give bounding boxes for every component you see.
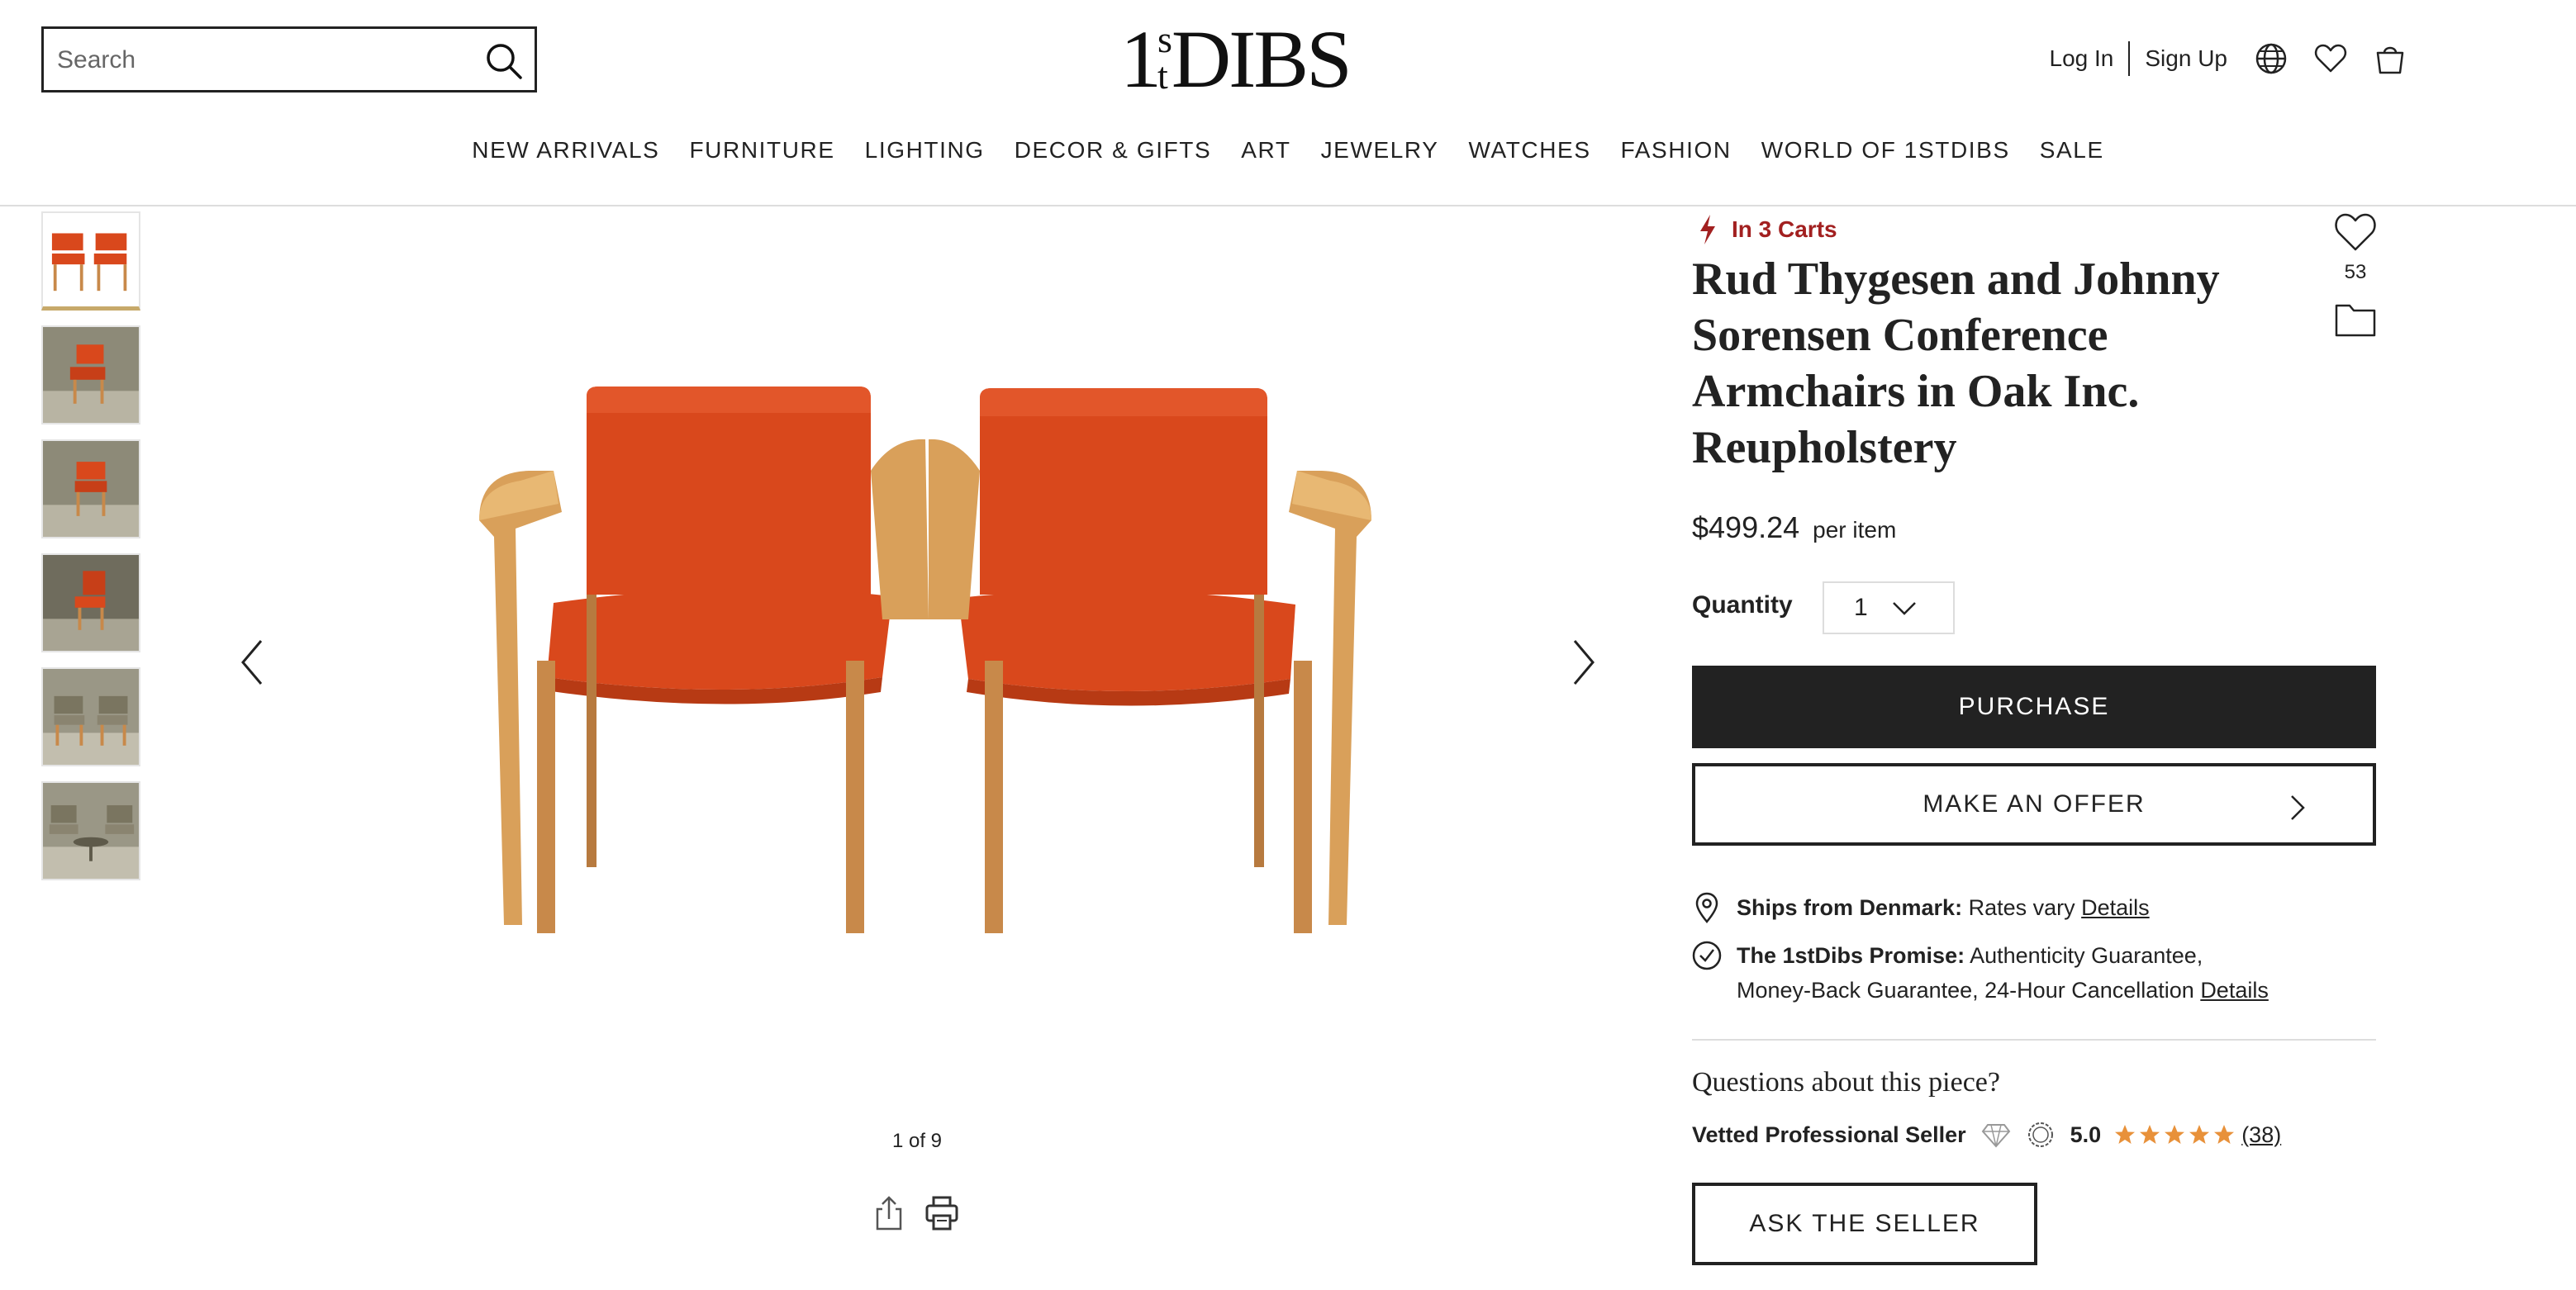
search-box[interactable] [41,26,537,92]
ships-from-label: Ships from Denmark: [1737,895,1963,920]
thumbnail-6[interactable] [41,781,140,880]
favorite-heart-icon[interactable] [2333,211,2378,253]
vetted-seller-label: Vetted Professional Seller [1692,1122,1966,1147]
promise-info: The 1stDibs Promise: Authenticity Guaran… [1692,938,2269,1008]
heart-icon[interactable] [2313,41,2348,76]
auth-divider [2128,41,2131,76]
image-counter: 1 of 9 [891,1130,943,1152]
seller-rating: 5.0 [2070,1122,2102,1147]
star-icon [2165,1125,2185,1144]
thumbnail-1[interactable] [41,211,140,311]
make-offer-button[interactable]: MAKE AN OFFER [1692,763,2376,846]
star-icon [2189,1125,2210,1144]
nav-world-of-1stdibs[interactable]: WORLD OF 1STDIBS [1761,137,2010,164]
next-image-arrow[interactable] [1566,636,1599,689]
quantity-value: 1 [1854,594,1868,621]
purchase-button[interactable]: PURCHASE [1692,666,2376,748]
price-value: $499.24 [1692,510,1800,544]
search-input[interactable] [57,39,470,82]
logo-dibs: DIBS [1171,13,1352,105]
quantity-select[interactable]: 1 [1823,581,1955,634]
logo-t: t [1157,55,1168,97]
nav-decor-gifts[interactable]: DECOR & GIFTS [1015,137,1212,164]
nav-art[interactable]: ART [1241,137,1290,164]
signup-link[interactable]: Sign Up [2145,45,2227,72]
quantity-label: Quantity [1692,591,1793,619]
share-icon[interactable] [871,1194,907,1232]
nav-lighting[interactable]: LIGHTING [865,137,985,164]
laurel-badge-icon [2027,1122,2053,1147]
diamond-icon [1981,1124,2010,1148]
folder-icon[interactable] [2333,301,2378,339]
reviews-count-link[interactable]: (38) [2241,1122,2281,1148]
cart-icon[interactable] [2373,41,2407,76]
nav-jewelry[interactable]: JEWELRY [1321,137,1439,164]
section-divider [1692,1039,2376,1041]
thumbnail-3[interactable] [41,439,140,538]
nav-watches[interactable]: WATCHES [1469,137,1591,164]
shipping-details-link[interactable]: Details [2081,895,2150,920]
make-offer-label: MAKE AN OFFER [1922,790,2146,818]
site-logo[interactable]: 1 s t DIBS [1120,13,1352,105]
main-nav: NEW ARRIVALS FURNITURE LIGHTING DECOR & … [0,137,2576,164]
logo-st: s t [1157,18,1172,97]
chevron-right-icon [2291,795,2305,820]
print-icon[interactable] [924,1194,960,1232]
star-icon [2115,1125,2136,1144]
product-title: Rud Thygesen and Johnny Sorensen Confere… [1692,254,2220,473]
logo-one: 1 [1120,13,1162,105]
price-unit: per item [1813,517,1897,543]
login-link[interactable]: Log In [2050,45,2114,72]
promise-details-link[interactable]: Details [2200,978,2269,1003]
globe-icon[interactable] [2254,41,2288,76]
promise-text-1: Authenticity Guarantee, [1970,943,2203,968]
in-carts-text: In 3 Carts [1732,216,1837,242]
thumbnail-4[interactable] [41,553,140,652]
thumbnail-5[interactable] [41,667,140,766]
star-icon [2214,1125,2235,1144]
thumbnail-2[interactable] [41,325,140,424]
seller-info: Vetted Professional Seller 5.0 (38) [1692,1120,2281,1150]
product-image[interactable] [430,347,1421,975]
prev-image-arrow[interactable] [236,636,269,689]
promise-label: The 1stDibs Promise: [1737,943,1965,968]
promise-text-2: Money-Back Guarantee, 24-Hour Cancellati… [1737,978,2194,1003]
logo-s: s [1157,18,1172,60]
header-divider [0,205,2576,206]
check-circle-icon [1692,941,1722,970]
shipping-info: Ships from Denmark: Rates vary Details [1692,890,2150,925]
nav-new-arrivals[interactable]: NEW ARRIVALS [472,137,659,164]
chevron-down-icon [1893,602,1916,615]
ships-rates: Rates vary [1968,895,2075,920]
nav-fashion[interactable]: FASHION [1621,137,1732,164]
star-rating [2114,1124,2238,1145]
location-pin-icon [1695,892,1718,923]
product-price: $499.24 per item [1692,510,1896,545]
favorite-count: 53 [2344,261,2367,283]
star-icon [2140,1125,2160,1144]
ask-seller-button[interactable]: ASK THE SELLER [1692,1183,2037,1265]
right-chair [929,388,1371,933]
questions-heading: Questions about this piece? [1692,1067,2000,1098]
lightning-icon [1700,215,1715,244]
in-carts-indicator: In 3 Carts [1695,213,1837,246]
nav-sale[interactable]: SALE [2040,137,2104,164]
nav-furniture[interactable]: FURNITURE [689,137,834,164]
left-chair [479,387,929,933]
search-icon[interactable] [485,42,523,80]
auth-links: Log In Sign Up [2050,41,2227,76]
